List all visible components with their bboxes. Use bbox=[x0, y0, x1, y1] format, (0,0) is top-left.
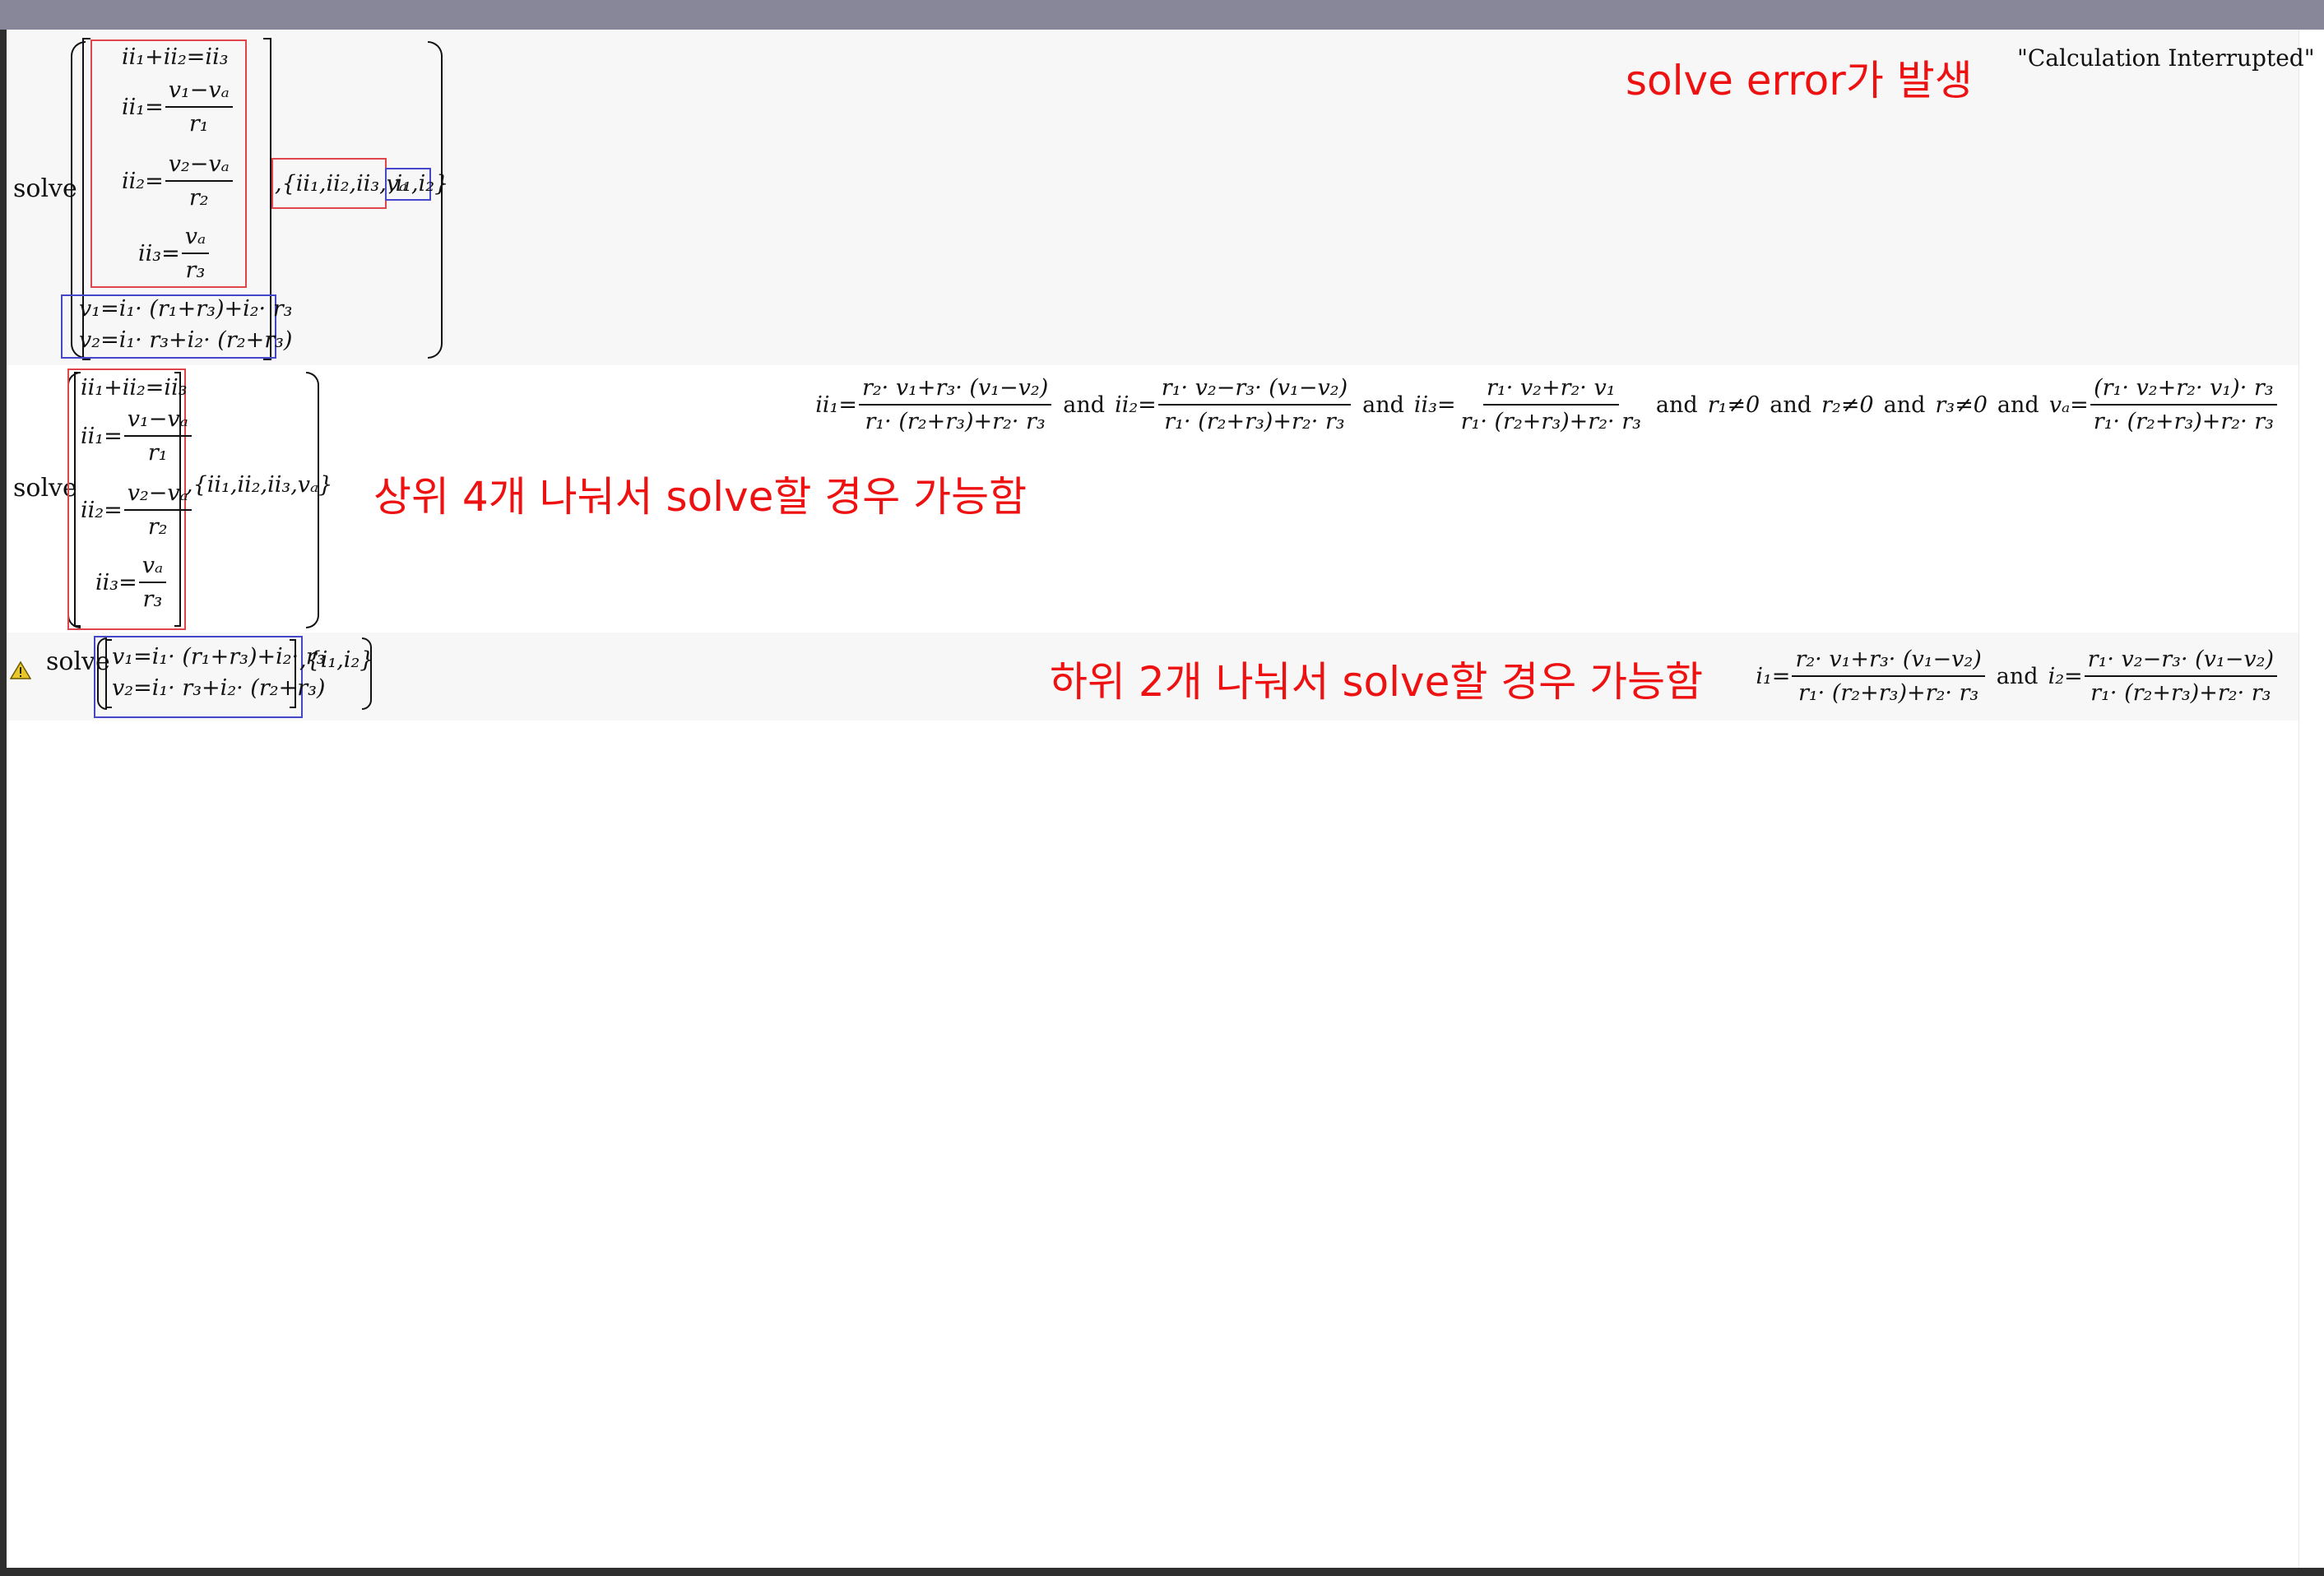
matrix-left-bracket bbox=[105, 639, 112, 708]
equation-v1: v₁=i₁· (r₁+r₃)+i₂· r₃ bbox=[112, 644, 326, 670]
split-upper-annotation: 상위 4개 나눠서 solve할 경우 가능함 bbox=[373, 473, 1027, 521]
calculation-result: "Calculation Interrupted" bbox=[2017, 44, 2315, 72]
right-paren bbox=[306, 372, 319, 628]
warning-triangle-icon[interactable] bbox=[10, 661, 31, 680]
variable-list: ,{ii₁,ii₂,ii₃,vₐ} bbox=[186, 472, 333, 498]
equation-sum: ii₁+ii₂=ii₃ bbox=[122, 44, 229, 70]
equation-ii2: ii₂= v₂−vₐ r₂ bbox=[122, 151, 234, 211]
equation-ii1: ii₁= v₁−vₐ r₁ bbox=[122, 77, 234, 137]
solve-result: i₁= r₂· v₁+r₃· (v₁−v₂) r₁· (r₂+r₃)+r₂· r₃… bbox=[1756, 639, 2279, 713]
solve-result: ii₁= r₂· v₁+r₃· (v₁−v₂) r₁· (r₂+r₃)+r₂· r… bbox=[815, 372, 2279, 438]
math-entry-1[interactable]: solve ii₁+ii₂=ii₃ ii₁= v₁−vₐ r₁ ii₂= v₂−v… bbox=[7, 30, 2315, 365]
window-titlebar bbox=[0, 0, 2324, 30]
equation-ii2: ii₂= v₂−vₐ r₂ bbox=[81, 480, 193, 540]
equation-ii1: ii₁= v₁−vₐ r₁ bbox=[81, 406, 193, 466]
variable-list-upper: ,{ii₁,ii₂,ii₃,vₐ bbox=[275, 171, 408, 197]
math-entry-2[interactable]: solve ii₁+ii₂=ii₃ ii₁= v₁−vₐ r₁ ii₂= v₂−v… bbox=[7, 365, 2298, 633]
error-annotation: solve error가 발생 bbox=[1626, 57, 1973, 104]
variable-list: ,{i₁,i₂} bbox=[299, 647, 374, 673]
matrix-left-bracket bbox=[74, 372, 81, 627]
equation-v2: v₂=i₁· r₃+i₂· (r₂+r₃) bbox=[112, 675, 326, 701]
equation-v2: v₂=i₁· r₃+i₂· (r₂+r₃) bbox=[79, 327, 293, 353]
vertical-scrollbar[interactable] bbox=[2298, 30, 2324, 1568]
equation-v1: v₁=i₁· (r₁+r₃)+i₂· r₃ bbox=[79, 296, 293, 322]
equation-sum: ii₁+ii₂=ii₃ bbox=[81, 375, 188, 401]
solve-function-label: solve bbox=[13, 174, 77, 203]
variable-list-lower: ,i₁,i₂} bbox=[388, 171, 449, 197]
equation-ii3: ii₃= vₐ r₃ bbox=[138, 224, 211, 283]
math-entry-3[interactable]: solve v₁=i₁· (r₁+r₃)+i₂· r₃ v₂=i₁· r₃+i₂… bbox=[7, 633, 2298, 721]
split-lower-annotation: 하위 2개 나눠서 solve할 경우 가능함 bbox=[1050, 658, 1704, 706]
equation-ii3: ii₃= vₐ r₃ bbox=[95, 553, 168, 612]
